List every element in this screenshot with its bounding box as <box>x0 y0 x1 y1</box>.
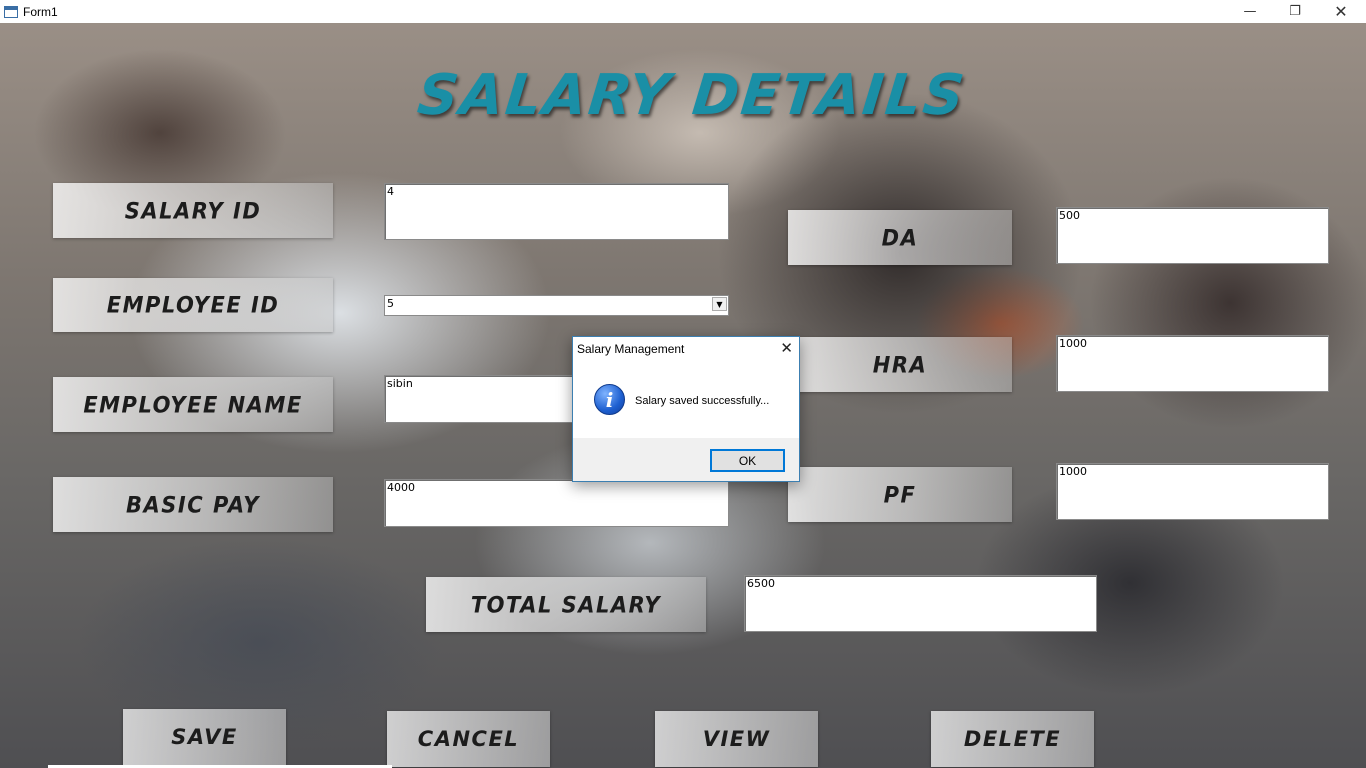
salary-saved-dialog: Salary Management ✕ i Salary saved succe… <box>572 336 800 482</box>
dialog-footer: OK <box>573 438 799 481</box>
hra-label: HRA <box>788 337 1012 392</box>
delete-button[interactable]: DELETE <box>931 711 1094 767</box>
dialog-title: Salary Management <box>577 342 685 356</box>
pf-label: PF <box>788 467 1012 522</box>
chevron-down-icon[interactable]: ▼ <box>712 297 727 311</box>
pf-input[interactable]: 1000 <box>1056 463 1329 520</box>
window-title: Form1 <box>23 4 58 19</box>
employee-id-label: EMPLOYEE ID <box>53 278 333 332</box>
dialog-close-button[interactable]: ✕ <box>780 339 793 357</box>
view-button[interactable]: VIEW <box>655 711 818 767</box>
ok-button[interactable]: OK <box>710 449 785 472</box>
app-window-icon <box>4 5 18 18</box>
cancel-button[interactable]: CANCEL <box>387 711 550 767</box>
total-salary-label: TOTAL SALARY <box>426 577 706 632</box>
info-icon: i <box>594 384 625 415</box>
close-window-button[interactable]: ✕ <box>1318 0 1364 23</box>
window-titlebar: Form1 — ❐ ✕ <box>0 0 1366 23</box>
basic-pay-input[interactable]: 4000 <box>384 479 729 527</box>
dialog-message: Salary saved successfully... <box>635 395 770 407</box>
total-salary-input[interactable]: 6500 <box>744 575 1097 632</box>
restore-button[interactable]: ❐ <box>1272 0 1318 23</box>
salary-id-label: SALARY ID <box>53 183 333 238</box>
salary-id-input[interactable]: 4 <box>384 183 729 240</box>
basic-pay-label: BASIC PAY <box>53 477 333 532</box>
employee-name-label: EMPLOYEE NAME <box>53 377 333 432</box>
da-label: DA <box>788 210 1012 265</box>
minimize-button[interactable]: — <box>1227 0 1273 23</box>
employee-id-value: 5 <box>387 297 394 310</box>
page-title: SALARY DETAILS <box>414 63 969 128</box>
save-button[interactable]: SAVE <box>123 709 286 765</box>
employee-id-combo[interactable]: 5 ▼ <box>384 295 729 316</box>
hra-input[interactable]: 1000 <box>1056 335 1329 392</box>
da-input[interactable]: 500 <box>1056 207 1329 264</box>
